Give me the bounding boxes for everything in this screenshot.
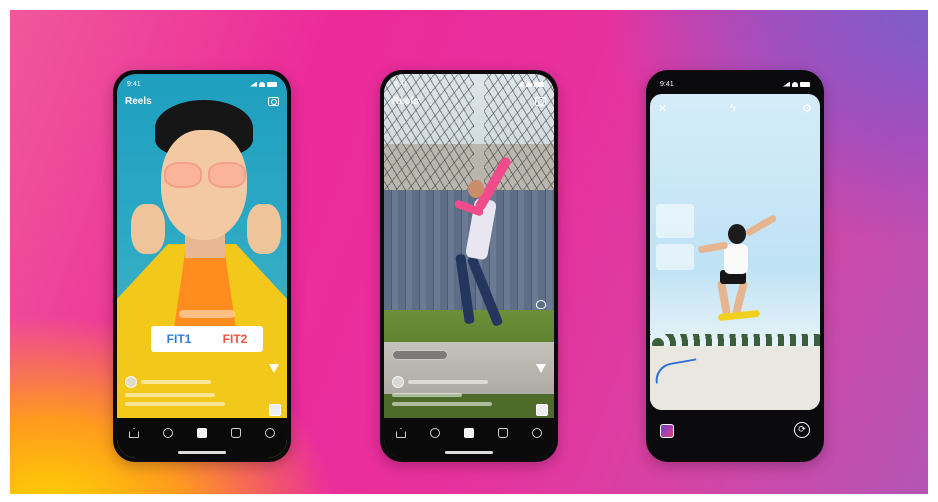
- flip-camera-icon[interactable]: ⟳: [794, 422, 810, 438]
- search-icon[interactable]: [430, 428, 440, 438]
- camera-viewfinder[interactable]: ✕ ϟ ⚙: [650, 94, 820, 410]
- status-time: 9:41: [394, 80, 408, 88]
- camera-icon[interactable]: [535, 97, 546, 106]
- poll-option-right[interactable]: FIT2: [223, 332, 248, 346]
- status-bar: 9:41: [394, 79, 544, 89]
- reels-title: Reels: [125, 96, 152, 107]
- wifi-icon: [259, 81, 265, 87]
- phone-reels-video: 9:41 Reels: [380, 70, 558, 462]
- video-meta: [392, 376, 534, 411]
- audio-thumbnail[interactable]: [536, 404, 548, 416]
- wifi-icon: [792, 81, 798, 87]
- caption-row: [392, 393, 534, 397]
- profile-icon[interactable]: [265, 428, 275, 438]
- status-time: 9:41: [127, 80, 141, 88]
- home-icon[interactable]: [129, 428, 139, 438]
- signal-icon: [250, 81, 257, 87]
- search-icon[interactable]: [163, 428, 173, 438]
- skater-arm: [744, 213, 778, 238]
- poll-question: [179, 310, 235, 318]
- avatar[interactable]: [392, 376, 404, 388]
- send-icon[interactable]: [269, 364, 279, 374]
- audio-row[interactable]: [125, 402, 267, 406]
- phone-camera: 9:41 ✕ ϟ ⚙ ⟳: [646, 70, 824, 462]
- dancer-head: [468, 180, 484, 198]
- battery-icon: [534, 81, 544, 87]
- sunglasses: [161, 162, 249, 190]
- reels-header: Reels: [392, 96, 546, 107]
- caption-row: [125, 393, 267, 397]
- hand-right: [247, 204, 281, 254]
- status-time: 9:41: [660, 80, 674, 88]
- audio-bar: [392, 402, 492, 406]
- author-name-bar: [141, 380, 211, 384]
- tool-panel[interactable]: [656, 204, 694, 238]
- reels-header: Reels: [125, 96, 279, 107]
- send-icon[interactable]: [536, 364, 546, 374]
- skater-body: [724, 244, 748, 274]
- audio-thumbnail[interactable]: [269, 404, 281, 416]
- reels-title: Reels: [392, 96, 419, 107]
- author-row[interactable]: [392, 376, 534, 388]
- status-icons: [250, 81, 277, 87]
- phone-screen: 9:41 ✕ ϟ ⚙ ⟳: [650, 74, 820, 458]
- shop-icon[interactable]: [231, 428, 241, 438]
- author-name-bar: [408, 380, 488, 384]
- status-icons: [783, 81, 810, 87]
- poll-sticker[interactable]: FIT1 FIT2: [151, 326, 263, 352]
- heart-icon[interactable]: [536, 300, 546, 310]
- shop-icon[interactable]: [498, 428, 508, 438]
- home-indicator: [178, 451, 226, 454]
- home-indicator: [445, 451, 493, 454]
- skater-head: [728, 224, 746, 244]
- phone-reels-feed: 9:41 Reels FIT1 FIT2: [113, 70, 291, 462]
- camera-tools: [656, 204, 696, 284]
- hand-left: [131, 204, 165, 254]
- battery-icon: [800, 81, 810, 87]
- status-bar: 9:41: [127, 79, 277, 89]
- status-bar: 9:41: [660, 79, 810, 89]
- signal-icon: [517, 81, 524, 87]
- poll-option-left[interactable]: FIT1: [167, 332, 192, 346]
- video-meta: [125, 376, 267, 411]
- profile-icon[interactable]: [532, 428, 542, 438]
- reels-icon[interactable]: [464, 428, 474, 438]
- signal-icon: [783, 81, 790, 87]
- caption-bar: [392, 393, 462, 397]
- gear-icon[interactable]: ⚙: [802, 102, 812, 115]
- skater-leg: [716, 279, 732, 317]
- author-row[interactable]: [125, 376, 267, 388]
- audio-bar: [125, 402, 225, 406]
- avatar[interactable]: [125, 376, 137, 388]
- audio-row[interactable]: [392, 402, 534, 406]
- flash-icon[interactable]: ϟ: [730, 102, 736, 114]
- home-icon[interactable]: [396, 428, 406, 438]
- caption-bar: [125, 393, 215, 397]
- effect-pill[interactable]: [392, 350, 448, 360]
- gallery-icon[interactable]: [660, 424, 674, 438]
- phone-screen: 9:41 Reels: [384, 74, 554, 458]
- phone-screen: 9:41 Reels FIT1 FIT2: [117, 74, 287, 458]
- status-icons: [517, 81, 544, 87]
- camera-icon[interactable]: [268, 97, 279, 106]
- tool-panel[interactable]: [656, 244, 694, 270]
- wifi-icon: [526, 81, 532, 87]
- close-icon[interactable]: ✕: [658, 102, 667, 115]
- reels-icon[interactable]: [197, 428, 207, 438]
- battery-icon: [267, 81, 277, 87]
